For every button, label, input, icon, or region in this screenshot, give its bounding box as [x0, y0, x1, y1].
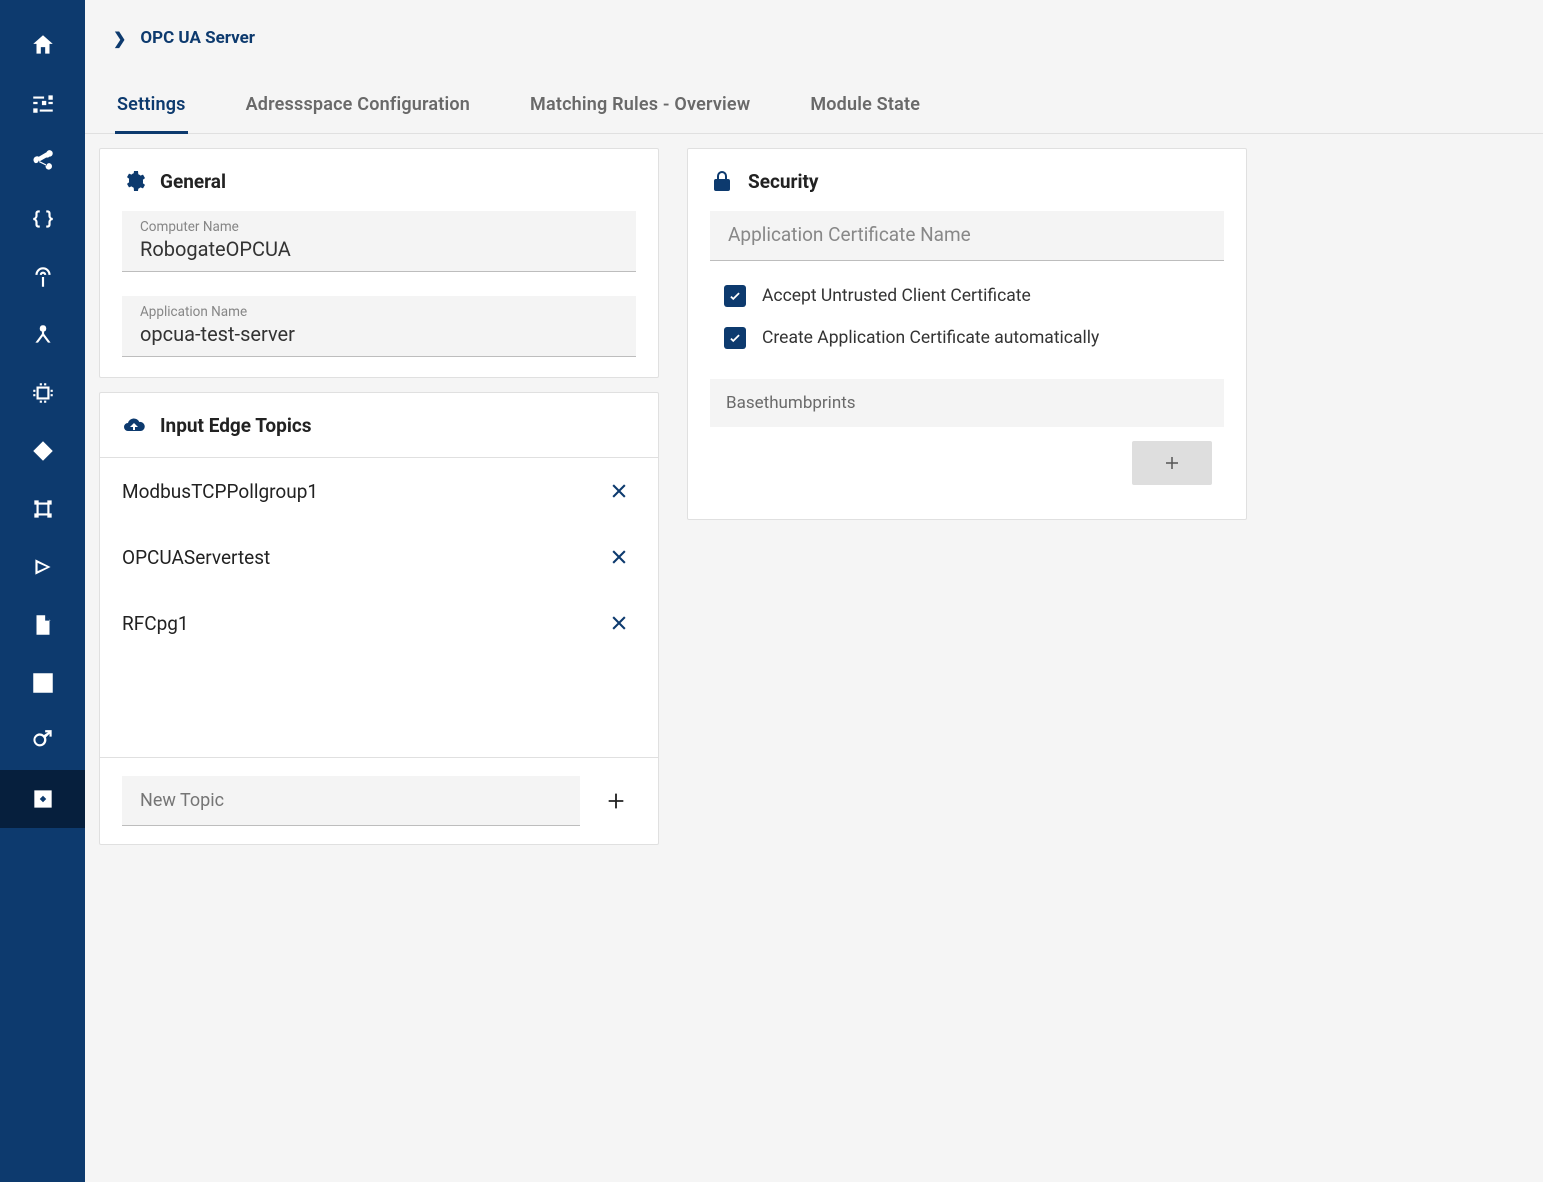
remove-topic-button[interactable]: [602, 474, 636, 508]
check-icon: [728, 331, 742, 345]
accept-untrusted-row: Accept Untrusted Client Certificate: [724, 285, 1224, 307]
tab-module-state[interactable]: Module State: [808, 94, 922, 134]
sidebar-item-gear-male[interactable]: [0, 712, 85, 770]
auto-create-cert-checkbox[interactable]: [724, 327, 746, 349]
sidebar-item-integration[interactable]: [0, 480, 85, 538]
general-title-text: General: [160, 170, 226, 193]
topic-add-row: [100, 758, 658, 844]
computer-name-label: Computer Name: [140, 219, 618, 235]
sidebar-item-home[interactable]: [0, 16, 85, 74]
basethumbprints-section: Basethumbprints: [710, 379, 1224, 499]
sidebar-item-antenna[interactable]: [0, 248, 85, 306]
sidebar-item-braces[interactable]: [0, 190, 85, 248]
sidebar-item-chip[interactable]: [0, 364, 85, 422]
remove-topic-button[interactable]: [602, 606, 636, 640]
new-topic-input[interactable]: [122, 776, 580, 826]
plus-icon: [1163, 454, 1181, 472]
sidebar-item-diamond[interactable]: [0, 422, 85, 480]
sidebar-item-share[interactable]: [0, 132, 85, 190]
app-cert-name-field[interactable]: Application Certificate Name: [710, 211, 1224, 261]
sidebar-item-file[interactable]: [0, 596, 85, 654]
content: General Computer Name Application Name: [85, 134, 1543, 885]
chip-icon: [30, 380, 56, 406]
check-icon: [728, 289, 742, 303]
tab-settings[interactable]: Settings: [115, 94, 188, 134]
application-name-label: Application Name: [140, 304, 618, 320]
stripes-icon: [30, 670, 56, 696]
basethumbprints-body: [710, 427, 1224, 499]
computer-name-input[interactable]: [140, 237, 618, 261]
cloud-upload-icon: [122, 413, 146, 437]
angle-icon: [30, 554, 56, 580]
input-edge-topics-title: Input Edge Topics: [160, 414, 312, 437]
app-cert-placeholder: Application Certificate Name: [728, 219, 1206, 250]
sidebar: [0, 0, 85, 1182]
sidebar-item-stripes[interactable]: [0, 654, 85, 712]
close-icon: [609, 481, 629, 501]
sidebar-item-tripod[interactable]: [0, 306, 85, 364]
tripod-icon: [30, 322, 56, 348]
security-title-text: Security: [748, 170, 818, 193]
topic-name: RFCpg1: [122, 612, 189, 635]
add-basethumbprint-button[interactable]: [1132, 441, 1212, 485]
input-edge-topics-header: Input Edge Topics: [100, 393, 658, 458]
close-icon: [609, 547, 629, 567]
close-icon: [609, 613, 629, 633]
computer-name-field[interactable]: Computer Name: [122, 211, 636, 272]
security-card-title: Security: [710, 169, 1224, 193]
security-card: Security Application Certificate Name Ac…: [687, 148, 1247, 520]
share-icon: [30, 148, 56, 174]
auto-create-cert-row: Create Application Certificate automatic…: [724, 327, 1224, 349]
sidebar-item-sliders[interactable]: [0, 74, 85, 132]
module-icon: [30, 786, 56, 812]
general-card: General Computer Name Application Name: [99, 148, 659, 378]
topic-name: ModbusTCPPollgroup1: [122, 480, 318, 503]
sidebar-item-angle[interactable]: [0, 538, 85, 596]
topic-row: RFCpg1: [100, 590, 658, 656]
sidebar-item-module[interactable]: [0, 770, 85, 828]
auto-create-cert-label: Create Application Certificate automatic…: [762, 328, 1099, 348]
gear-male-icon: [30, 728, 56, 754]
sliders-icon: [30, 90, 56, 116]
lock-icon: [710, 169, 734, 193]
input-edge-topics-card: Input Edge Topics ModbusTCPPollgroup1 OP…: [99, 392, 659, 845]
accept-untrusted-checkbox[interactable]: [724, 285, 746, 307]
tab-addressspace-config[interactable]: Adressspace Configuration: [244, 94, 472, 134]
application-name-field[interactable]: Application Name: [122, 296, 636, 357]
left-column: General Computer Name Application Name: [99, 148, 659, 845]
file-icon: [30, 612, 56, 638]
topic-row: OPCUAServertest: [100, 524, 658, 590]
integration-icon: [30, 496, 56, 522]
breadcrumb-title[interactable]: OPC UA Server: [140, 28, 255, 48]
topic-name: OPCUAServertest: [122, 546, 270, 569]
right-column: Security Application Certificate Name Ac…: [687, 148, 1247, 520]
accept-untrusted-label: Accept Untrusted Client Certificate: [762, 286, 1031, 306]
breadcrumb: ❯ OPC UA Server: [85, 0, 1543, 76]
tabs: Settings Adressspace Configuration Match…: [85, 76, 1543, 134]
plus-icon: [605, 790, 627, 812]
remove-topic-button[interactable]: [602, 540, 636, 574]
gear-icon: [122, 169, 146, 193]
application-name-input[interactable]: [140, 322, 618, 346]
home-icon: [30, 32, 56, 58]
chevron-right-icon: ❯: [113, 29, 126, 48]
general-card-title: General: [122, 169, 636, 193]
diamond-icon: [30, 438, 56, 464]
topic-row: ModbusTCPPollgroup1: [100, 458, 658, 524]
basethumbprints-header: Basethumbprints: [710, 379, 1224, 427]
tab-matching-rules[interactable]: Matching Rules - Overview: [528, 94, 752, 134]
topic-list: ModbusTCPPollgroup1 OPCUAServertest: [100, 458, 658, 758]
antenna-icon: [30, 264, 56, 290]
add-topic-button[interactable]: [596, 781, 636, 821]
main-area: ❯ OPC UA Server Settings Adressspace Con…: [85, 0, 1543, 1182]
braces-icon: [30, 206, 56, 232]
